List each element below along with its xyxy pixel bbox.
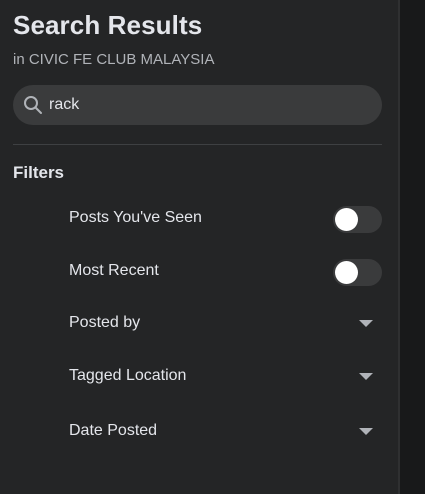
toggle-knob — [335, 208, 358, 231]
filter-label: Posts You've Seen — [69, 209, 202, 226]
search-box[interactable] — [13, 85, 382, 125]
search-input[interactable] — [49, 85, 369, 125]
group-context-label: in CIVIC FE CLUB MALAYSIA — [13, 51, 215, 68]
main-content-area — [400, 0, 425, 494]
filters-heading: Filters — [13, 163, 65, 182]
search-icon — [23, 95, 43, 115]
filter-tagged-location[interactable]: Tagged Location — [56, 355, 390, 399]
search-results-panel: Search Results in CIVIC FE CLUB MALAYSIA… — [0, 0, 398, 494]
most-recent-toggle[interactable] — [333, 259, 382, 286]
filter-label: Date Posted — [69, 422, 158, 439]
filter-label: Posted by — [69, 314, 141, 331]
caret-down-icon — [359, 373, 373, 380]
caret-down-icon — [359, 320, 373, 327]
filter-date-posted[interactable]: Date Posted — [56, 410, 390, 454]
page-title: Search Results — [13, 10, 203, 40]
posts-youve-seen-toggle[interactable] — [333, 206, 382, 233]
divider — [13, 144, 382, 145]
filter-label: Most Recent — [69, 262, 159, 279]
filter-most-recent[interactable]: Most Recent — [56, 250, 390, 294]
caret-down-icon — [359, 428, 373, 435]
filter-posts-youve-seen[interactable]: Posts You've Seen — [56, 197, 390, 241]
filter-label: Tagged Location — [69, 367, 187, 384]
filter-posted-by[interactable]: Posted by — [56, 302, 390, 346]
toggle-knob — [335, 261, 358, 284]
